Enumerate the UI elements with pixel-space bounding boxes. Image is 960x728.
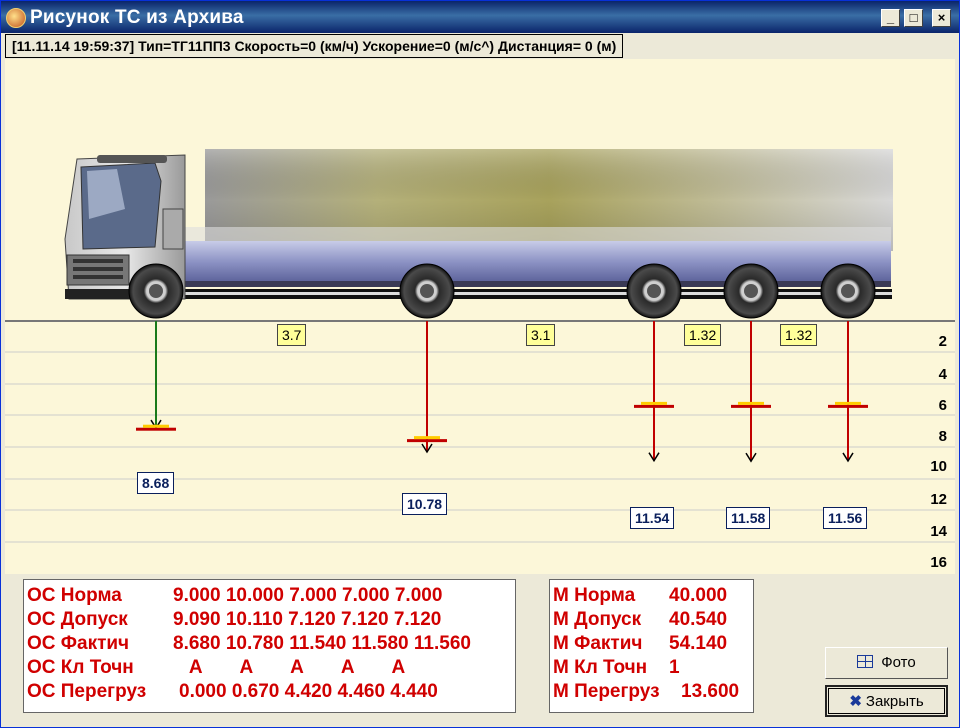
maximize-button[interactable]: □	[904, 9, 923, 27]
axle-4-load-label: 11.58	[726, 507, 771, 529]
axle-3-norm-marker	[634, 404, 674, 408]
axle-row-accuracy-class: ОС Кл Точн А А А А А	[27, 657, 406, 678]
axle-load-table: ОС Норма 9.000 10.000 7.000 7.000 7.000 О…	[23, 579, 516, 713]
vehicle-diagram: 3.7 3.1 1.32 1.32 8.68 10.78 11.54 11.58…	[5, 59, 955, 574]
mass-table: М Норма 40.000 М Допуск 40.540 М Фактич 54.…	[549, 579, 754, 713]
close-window-button[interactable]: ×	[932, 9, 951, 27]
trailer-cargo	[185, 149, 893, 251]
scale-label-8: 8	[938, 428, 947, 445]
photo-button[interactable]: Фото	[825, 647, 948, 679]
axle-load-arrows	[136, 321, 868, 463]
mass-row-actual: М Фактич 54.140	[553, 633, 728, 654]
window-title: Рисунок ТС из Архива	[30, 7, 244, 28]
axle-3-tolerance-marker	[641, 401, 667, 405]
axle-2-norm-marker	[407, 439, 447, 443]
scale-label-10: 10	[930, 458, 947, 475]
table-icon	[857, 655, 874, 668]
axle-2-load-label: 10.78	[402, 493, 448, 515]
axle-4-tolerance-marker	[738, 401, 764, 405]
mass-row-overload: М Перегруз 13.600	[553, 681, 740, 702]
archive-vehicle-window: Рисунок ТС из Архива _ □ × [11.11.14 19:…	[0, 0, 960, 728]
axle-5-norm-marker	[828, 404, 868, 408]
axle-1-load-label: 8.68	[137, 472, 175, 494]
scale-label-4: 4	[938, 366, 947, 383]
axle-1-tolerance-marker	[143, 424, 169, 428]
axle-4-norm-marker	[731, 404, 771, 408]
axle-gap-4-5: 1.32	[780, 324, 818, 346]
axle-5-tolerance-marker	[835, 401, 861, 405]
axle-gap-3-4: 1.32	[684, 324, 722, 346]
axle-1-norm-marker	[136, 427, 176, 431]
mass-row-accuracy-class: М Кл Точн 1	[553, 657, 680, 678]
close-icon: ✖	[849, 693, 862, 710]
axle-gap-2-3: 3.1	[526, 324, 556, 346]
axle-5-load-label: 11.56	[823, 507, 868, 529]
scale-label-12: 12	[930, 491, 947, 508]
mass-row-norm: М Норма 40.000	[553, 585, 728, 606]
title-bar: Рисунок ТС из Архива _ □ ×	[1, 1, 959, 33]
measurement-info-bar: [11.11.14 19:59:37] Тип=ТГ11ПП3 Скорость…	[5, 34, 624, 58]
close-button[interactable]: ✖ Закрыть	[825, 685, 948, 717]
axle-row-overload: ОС Перегруз 0.000 0.670 4.420 4.460 4.440	[27, 681, 438, 702]
scale-label-2: 2	[938, 333, 947, 350]
axle-3-load-label: 11.54	[630, 507, 675, 529]
axle-gap-1-2: 3.7	[277, 324, 307, 346]
scale-gridlines	[5, 320, 955, 543]
mass-row-tolerance: М Допуск 40.540	[553, 609, 728, 630]
axle-row-norm: ОС Норма 9.000 10.000 7.000 7.000 7.000	[27, 585, 443, 606]
minimize-button[interactable]: _	[881, 9, 900, 27]
scale-label-6: 6	[938, 397, 947, 414]
truck-drawing	[5, 149, 955, 543]
scale-label-14: 14	[930, 523, 947, 540]
axle-row-actual: ОС Фактич 8.680 10.780 11.540 11.580 11.5…	[27, 633, 471, 654]
scale-label-16: 16	[930, 554, 947, 571]
axle-2-tolerance-marker	[414, 436, 440, 440]
axle-row-tolerance: ОС Допуск 9.090 10.110 7.120 7.120 7.120	[27, 609, 442, 630]
app-icon	[6, 8, 26, 28]
